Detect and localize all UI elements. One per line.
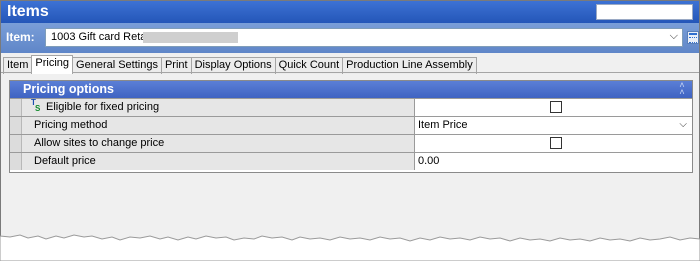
row-label: TS Eligible for fixed pricing: [22, 99, 415, 116]
collapse-icon[interactable]: ˄ ˄: [678, 81, 686, 97]
title-bar: Items: [1, 1, 699, 23]
row-label: Pricing method: [22, 117, 415, 134]
row-default-price: Default price 0.00: [10, 152, 692, 170]
row-gutter: [10, 99, 22, 116]
items-window: Items Item: 1003 Gift card Retail ⌵ Item…: [0, 0, 700, 261]
torn-edge: [0, 234, 700, 261]
window-title: Items: [7, 3, 49, 20]
allow-sites-change-price-checkbox[interactable]: [550, 137, 562, 149]
item-list-icon[interactable]: [687, 31, 699, 44]
item-bar: Item: 1003 Gift card Retail ⌵: [1, 23, 699, 53]
tab-divider: [1, 72, 699, 73]
pricing-options-panel: Pricing options ˄ ˄ TS Eligible for fixed…: [9, 80, 693, 173]
row-value: [415, 99, 692, 116]
default-price-field[interactable]: 0.00: [415, 153, 692, 170]
row-gutter: [10, 135, 22, 152]
row-label: Default price: [22, 153, 415, 170]
chevron-down-icon[interactable]: ⌵: [679, 117, 687, 133]
section-header[interactable]: Pricing options ˄ ˄: [10, 81, 692, 98]
item-select-value: 1003 Gift card Retail: [51, 31, 152, 43]
ts-icon: TS: [31, 98, 41, 113]
tab-pricing[interactable]: Pricing: [31, 55, 74, 74]
row-gutter: [10, 153, 22, 170]
row-allow-sites-change-price: Allow sites to change price: [10, 134, 692, 152]
row-label-text: Eligible for fixed pricing: [46, 101, 160, 113]
pricing-method-dropdown[interactable]: Item Price ⌵: [415, 117, 692, 134]
item-label: Item:: [6, 30, 35, 44]
pricing-method-value: Item Price: [418, 119, 468, 131]
chevron-down-icon[interactable]: ⌵: [670, 30, 678, 43]
row-eligible-fixed-pricing: TS Eligible for fixed pricing: [10, 98, 692, 116]
title-search-box[interactable]: [596, 4, 693, 20]
row-label: Allow sites to change price: [22, 135, 415, 152]
row-value: [415, 135, 692, 152]
section-title: Pricing options: [23, 82, 114, 96]
row-gutter: [10, 117, 22, 134]
eligible-fixed-pricing-checkbox[interactable]: [550, 101, 562, 113]
redacted-text: [143, 32, 238, 43]
row-pricing-method: Pricing method Item Price ⌵: [10, 116, 692, 134]
item-select[interactable]: 1003 Gift card Retail ⌵: [45, 28, 683, 47]
tab-strip: Item Pricing General Settings Print Disp…: [3, 55, 477, 74]
